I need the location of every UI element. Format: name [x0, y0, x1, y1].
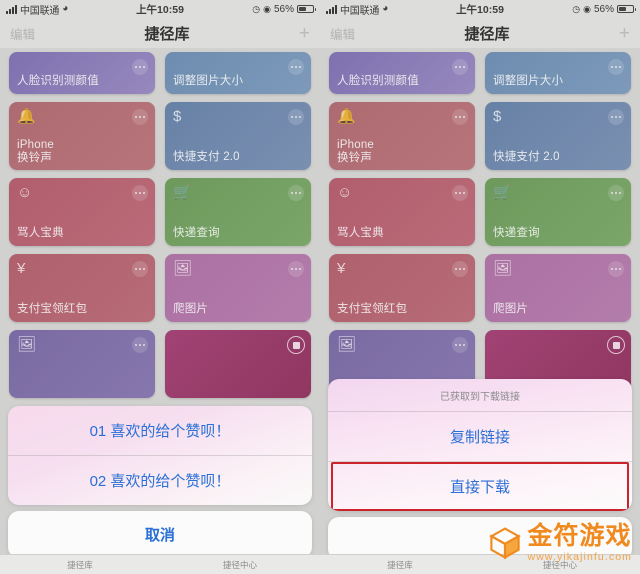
tab-library[interactable]: 捷径库	[320, 559, 480, 571]
tab-library[interactable]: 捷径库	[0, 559, 160, 571]
cube-icon	[488, 526, 522, 560]
sheet-option-1[interactable]: 01 喜欢的给个赞呗！	[8, 406, 312, 455]
alarm-icon: ◷	[252, 3, 261, 14]
action-sheet-left: 01 喜欢的给个赞呗！ 02 喜欢的给个赞呗！ 取消	[8, 406, 312, 558]
phone-screen-left: 中国联通 ◕ 上午10:59 ◷ ◉ 56% 编辑 捷径库 + 人脸识别测颜值调…	[0, 0, 320, 574]
tab-bar: 捷径库 捷径中心	[0, 554, 320, 574]
download-dialog: 已获取到下载链接 复制链接 直接下载	[328, 379, 632, 511]
direct-download-label: 直接下载	[449, 479, 510, 496]
direct-download-option[interactable]: 直接下载	[328, 461, 632, 511]
battery-percent-label: 56%	[273, 3, 294, 15]
copy-link-option[interactable]: 复制链接	[328, 412, 632, 461]
cancel-label: 取消	[144, 527, 175, 544]
battery-icon	[617, 5, 636, 13]
sheet-option-2[interactable]: 02 喜欢的给个赞呗！	[8, 455, 312, 505]
dialog-title: 已获取到下载链接	[328, 379, 632, 412]
status-right: ◷ ◉ 56%	[572, 3, 636, 15]
status-right: ◷ ◉ 56%	[252, 3, 316, 15]
alarm-icon: ◷	[572, 3, 581, 14]
battery-icon	[297, 5, 316, 13]
tab-gallery[interactable]: 捷径中心	[160, 559, 320, 571]
battery-percent-label: 56%	[593, 3, 614, 15]
phone-screen-right: 中国联通 ◕ 上午10:59 ◷ ◉ 56% 编辑 捷径库 + 人脸识别测颜值调…	[320, 0, 640, 574]
watermark-url: www.yikajinfu.com	[527, 550, 632, 563]
action-sheet-options: 01 喜欢的给个赞呗！ 02 喜欢的给个赞呗！	[8, 406, 312, 505]
watermark-text: 金符游戏 www.yikajinfu.com	[527, 521, 632, 563]
rotation-lock-icon: ◉	[583, 3, 591, 14]
rotation-lock-icon: ◉	[263, 3, 271, 14]
action-sheet-cancel[interactable]: 取消	[8, 511, 312, 558]
watermark-brand: 金符游戏	[527, 521, 632, 550]
watermark: 金符游戏 www.yikajinfu.com	[488, 521, 632, 563]
dual-screenshot: 中国联通 ◕ 上午10:59 ◷ ◉ 56% 编辑 捷径库 + 人脸识别测颜值调…	[0, 0, 640, 574]
